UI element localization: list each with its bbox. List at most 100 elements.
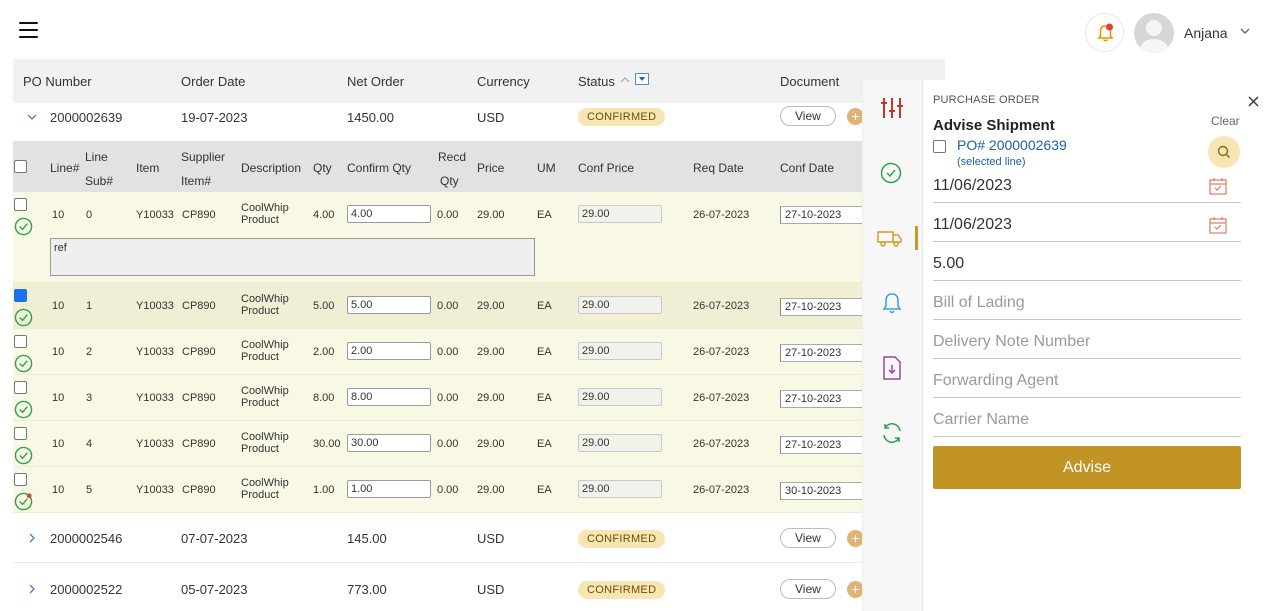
- delivery-date-field[interactable]: 11/06/2023: [933, 216, 1241, 242]
- po-number: 2000002546: [50, 531, 123, 546]
- conf-date-input[interactable]: 30-10-2023: [780, 482, 870, 500]
- filter-dropdown-icon[interactable]: [635, 73, 649, 85]
- section-label: PURCHASE ORDER: [933, 94, 1040, 106]
- table-row[interactable]: 2000002639 19-07-2023 1450.00 USD CONFIR…: [13, 103, 945, 141]
- ship-date-value: 11/06/2023: [933, 177, 1012, 194]
- view-button[interactable]: View: [780, 579, 836, 599]
- line-item-row[interactable]: 10 0 Y10033 CP890 CoolWhip Product 4.00 …: [13, 192, 870, 283]
- line-item-row[interactable]: 10 1 Y10033 CP890 5.00 0.00 29.00 EA 26-07-2023 C…: [13, 283, 870, 329]
- search-button[interactable]: [1208, 136, 1240, 168]
- line-item-row[interactable]: 10 3 Y10033 CP890 8.00 0.00 29.00 EA 26-07-2023 C…: [13, 375, 870, 421]
- conf-date-input[interactable]: 27-10-2023: [780, 390, 870, 408]
- description: CoolWhip: [241, 477, 289, 489]
- hamburger-menu-icon[interactable]: [19, 22, 38, 38]
- advise-shipment-panel: PURCHASE ORDER Advise Shipment Clear PO#…: [922, 80, 1269, 611]
- line-checkbox[interactable]: [14, 289, 27, 302]
- notification-button[interactable]: [1085, 13, 1124, 52]
- delivery-note-field[interactable]: Delivery Note Number: [933, 333, 1241, 359]
- um: EA: [537, 300, 552, 312]
- remark-textarea[interactable]: ref: [50, 238, 535, 276]
- ship-date-field[interactable]: 11/06/2023: [933, 177, 1241, 203]
- line-item-row[interactable]: 10 2 Y10033 CP890 2.00 0.00 29.00 EA 26-07-2023 C…: [13, 329, 870, 375]
- advise-button[interactable]: Advise: [933, 446, 1241, 489]
- confirm-qty-input[interactable]: 1.00: [347, 480, 431, 498]
- confirm-qty-input[interactable]: 30.00: [347, 434, 431, 452]
- calendar-icon[interactable]: [1209, 216, 1227, 234]
- calendar-icon[interactable]: [1209, 177, 1227, 195]
- confirm-qty-input[interactable]: 2.00: [347, 342, 431, 360]
- recd-qty: 0.00: [437, 209, 459, 221]
- req-date: 26-07-2023: [693, 392, 750, 404]
- line-no: 10: [52, 300, 65, 312]
- sliders-icon[interactable]: [880, 97, 904, 119]
- check-circle-icon[interactable]: [880, 162, 902, 184]
- sort-up-icon[interactable]: [620, 75, 630, 85]
- chevron-down-icon[interactable]: [26, 111, 38, 123]
- item: Y10033: [136, 438, 174, 450]
- select-all-checkbox[interactable]: [14, 160, 27, 173]
- po-label: PO# 2000002639: [957, 137, 1067, 153]
- line-checkbox[interactable]: [14, 381, 27, 394]
- refresh-icon[interactable]: [880, 421, 904, 445]
- selected-line-label: (selected line): [957, 156, 1026, 168]
- user-avatar[interactable]: [1134, 13, 1174, 53]
- conf-date-input[interactable]: 27-10-2023: [780, 298, 870, 316]
- conf-price-input[interactable]: 29.00: [578, 388, 662, 406]
- confirm-qty-input[interactable]: 5.00: [347, 296, 431, 314]
- col-net-order[interactable]: Net Order: [347, 74, 404, 89]
- qty: 1.00: [313, 484, 335, 496]
- line-checkbox[interactable]: [14, 198, 27, 211]
- um: EA: [537, 346, 552, 358]
- clear-button[interactable]: Clear: [1211, 114, 1240, 128]
- table-row[interactable]: 2000002546 07-07-2023 145.00 USD CONFIRM…: [13, 512, 864, 563]
- chevron-right-icon[interactable]: [26, 583, 38, 595]
- line-checkbox[interactable]: [14, 427, 27, 440]
- col-po-number[interactable]: PO Number: [23, 74, 92, 89]
- col-order-date[interactable]: Order Date: [181, 74, 245, 89]
- col-confirm-qty: Confirm Qty: [347, 161, 412, 175]
- conf-price-input[interactable]: 29.00: [578, 434, 662, 452]
- col-currency[interactable]: Currency: [477, 74, 530, 89]
- user-name[interactable]: Anjana: [1184, 25, 1228, 41]
- col-status[interactable]: Status: [578, 74, 615, 89]
- col-supplier: Supplier: [181, 150, 226, 164]
- truck-icon[interactable]: [877, 228, 903, 248]
- conf-price-input[interactable]: 29.00: [578, 480, 662, 498]
- bill-of-lading-field[interactable]: Bill of Lading: [933, 294, 1241, 320]
- document-download-icon[interactable]: [882, 356, 902, 380]
- conf-price-input[interactable]: 29.00: [578, 296, 662, 314]
- line-item-row[interactable]: 10 4 Y10033 CP890 30.00 0.00 29.00 EA 26-07-2023…: [13, 421, 870, 467]
- view-button[interactable]: View: [780, 106, 836, 126]
- check-circle-icon: [14, 446, 33, 465]
- line-checkbox[interactable]: [14, 335, 27, 348]
- close-icon[interactable]: [1248, 96, 1259, 107]
- chevron-down-icon[interactable]: [1240, 24, 1250, 40]
- line-item-row[interactable]: 10 5 Y10033 CP890 1.00 0.00 29.00 EA 26-07-2023 C…: [13, 467, 870, 513]
- recd-qty: 0.00: [437, 438, 459, 450]
- conf-date-input[interactable]: 27-10-2023: [780, 206, 870, 224]
- col-price: Price: [477, 161, 505, 175]
- po-checkbox[interactable]: [933, 140, 946, 153]
- view-button[interactable]: View: [780, 528, 836, 548]
- conf-price-input[interactable]: 29.00: [578, 205, 662, 223]
- forwarding-agent-field[interactable]: Forwarding Agent: [933, 372, 1241, 398]
- table-row[interactable]: 2000002522 05-07-2023 773.00 USD CONFIRM…: [13, 563, 864, 611]
- col-document[interactable]: Document: [780, 74, 839, 89]
- confirm-qty-input[interactable]: 4.00: [347, 205, 431, 223]
- carrier-name-field[interactable]: Carrier Name: [933, 411, 1241, 437]
- conf-date-input[interactable]: 27-10-2023: [780, 436, 870, 454]
- chevron-right-icon[interactable]: [26, 532, 38, 544]
- line-checkbox[interactable]: [14, 473, 27, 486]
- confirm-qty-input[interactable]: 8.00: [347, 388, 431, 406]
- po-number: 2000002639: [50, 110, 123, 125]
- line-sub: 4: [86, 438, 93, 450]
- req-date: 26-07-2023: [693, 484, 750, 496]
- panel-title: Advise Shipment: [933, 117, 1055, 134]
- supplier-item: CP890: [182, 209, 216, 221]
- price: 29.00: [477, 484, 505, 496]
- conf-price-input[interactable]: 29.00: [578, 342, 662, 360]
- bell-icon[interactable]: [881, 291, 903, 315]
- conf-date-input[interactable]: 27-10-2023: [780, 344, 870, 362]
- item: Y10033: [136, 209, 174, 221]
- quantity-field[interactable]: 5.00: [933, 255, 1241, 281]
